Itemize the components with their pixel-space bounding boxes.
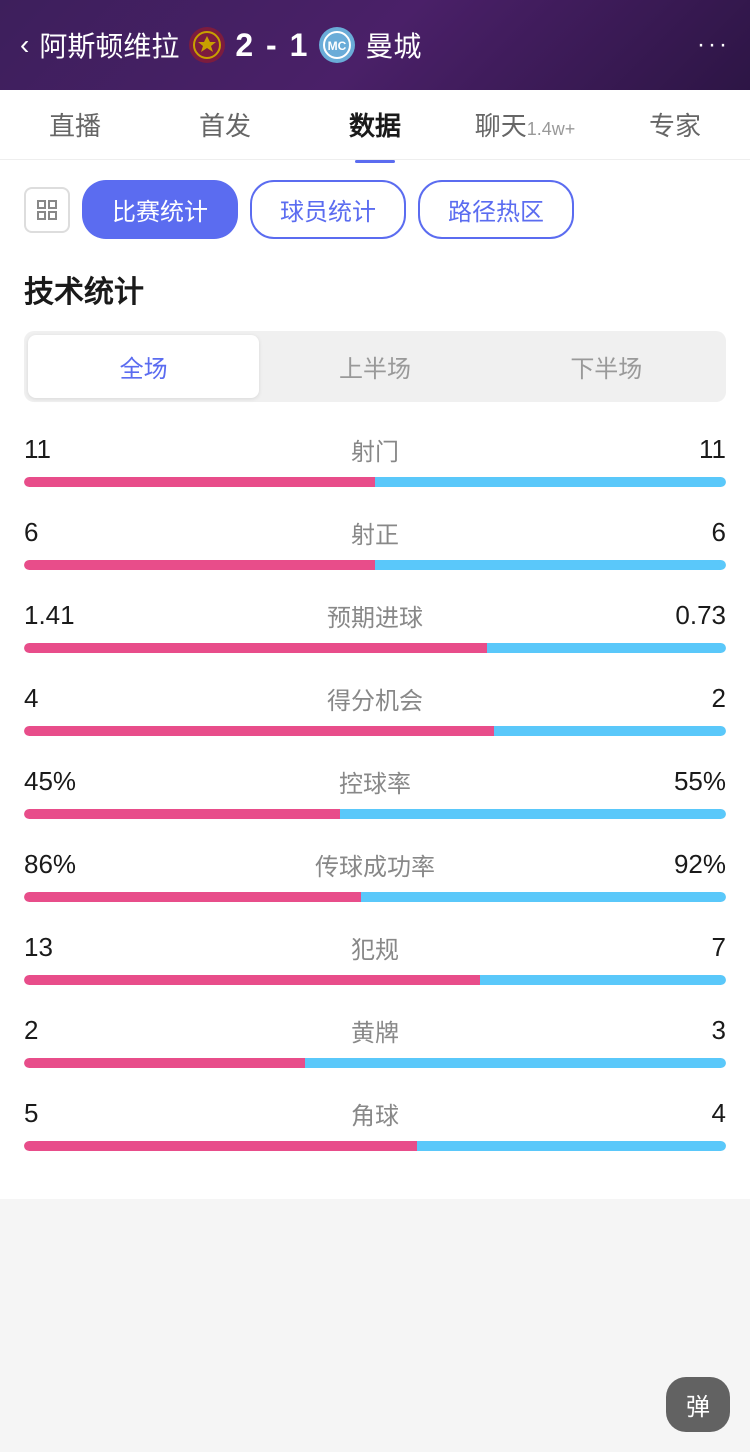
stat-right-value: 55% (646, 766, 726, 797)
stat-right-value: 7 (646, 932, 726, 963)
bar-left (24, 1141, 417, 1151)
bar-left (24, 1058, 305, 1068)
stat-right-value: 92% (646, 849, 726, 880)
stat-left-value: 45% (24, 766, 104, 797)
sub-tab-player[interactable]: 球员统计 (250, 180, 406, 239)
stat-right-value: 3 (646, 1015, 726, 1046)
stat-right-value: 11 (646, 434, 726, 465)
stat-bar (24, 975, 726, 985)
stat-row: 45% 控球率 55% (24, 764, 726, 819)
stat-left-value: 4 (24, 683, 104, 714)
stat-bar (24, 560, 726, 570)
stat-left-value: 11 (24, 434, 104, 465)
period-second[interactable]: 下半场 (491, 335, 722, 398)
stat-row: 13 犯规 7 (24, 930, 726, 985)
bar-right (480, 975, 726, 985)
team-away-name: 曼城 (365, 25, 421, 65)
stat-label: 控球率 (339, 764, 411, 799)
stats-container: 11 射门 11 6 射正 6 1.41 预期进球 0.73 4 得分机会 2 45% 控球率 55% 86%… (24, 432, 726, 1151)
sub-tab-match[interactable]: 比赛统计 (82, 180, 238, 239)
stat-left-value: 2 (24, 1015, 104, 1046)
stat-left-value: 5 (24, 1098, 104, 1129)
home-badge (189, 27, 225, 63)
stat-bar (24, 892, 726, 902)
stat-bar (24, 477, 726, 487)
bar-right (340, 809, 726, 819)
stat-bar (24, 1141, 726, 1151)
tab-data[interactable]: 数据 (300, 86, 450, 163)
period-first[interactable]: 上半场 (259, 335, 490, 398)
bar-right (375, 560, 726, 570)
more-button[interactable]: ··· (697, 31, 730, 59)
stat-bar (24, 726, 726, 736)
stat-left-value: 86% (24, 849, 104, 880)
header: ‹ 阿斯顿维拉 2 - 1 MC 曼城 ··· (0, 0, 750, 90)
bar-left (24, 726, 494, 736)
bar-left (24, 477, 375, 487)
stat-right-value: 4 (646, 1098, 726, 1129)
stat-right-value: 6 (646, 517, 726, 548)
bar-right (494, 726, 726, 736)
svg-text:MC: MC (328, 39, 347, 53)
team-home-name: 阿斯顿维拉 (39, 25, 179, 65)
stat-row: 11 射门 11 (24, 432, 726, 487)
nav-tabs: 直播 首发 数据 聊天1.4w+ 专家 (0, 90, 750, 160)
stat-row: 86% 传球成功率 92% (24, 847, 726, 902)
away-badge: MC (319, 27, 355, 63)
section-title: 技术统计 (24, 267, 726, 311)
stat-left-value: 13 (24, 932, 104, 963)
pop-button[interactable]: 弹 (666, 1377, 730, 1432)
tab-lineup[interactable]: 首发 (150, 86, 300, 163)
back-button[interactable]: ‹ (20, 29, 29, 61)
stat-row: 4 得分机会 2 (24, 681, 726, 736)
bar-right (487, 643, 726, 653)
bar-right (305, 1058, 726, 1068)
stat-row: 6 射正 6 (24, 515, 726, 570)
stats-icon-btn[interactable] (24, 187, 70, 233)
stat-bar (24, 1058, 726, 1068)
sub-tab-heatmap[interactable]: 路径热区 (418, 180, 574, 239)
bar-left (24, 892, 361, 902)
stat-label: 射正 (351, 515, 399, 550)
stat-label: 角球 (351, 1096, 399, 1131)
stat-row: 2 黄牌 3 (24, 1013, 726, 1068)
bar-left (24, 643, 487, 653)
stat-label: 预期进球 (327, 598, 423, 633)
bar-left (24, 975, 480, 985)
stat-left-value: 6 (24, 517, 104, 548)
stat-right-value: 2 (646, 683, 726, 714)
stat-bar (24, 643, 726, 653)
stat-right-value: 0.73 (646, 600, 726, 631)
tab-expert[interactable]: 专家 (600, 86, 750, 163)
period-full[interactable]: 全场 (28, 335, 259, 398)
bar-left (24, 809, 340, 819)
stat-label: 黄牌 (351, 1013, 399, 1048)
stat-bar (24, 809, 726, 819)
stat-label: 得分机会 (327, 681, 423, 716)
stat-left-value: 1.41 (24, 600, 104, 631)
stat-row: 5 角球 4 (24, 1096, 726, 1151)
stat-label: 犯规 (351, 930, 399, 965)
bar-left (24, 560, 375, 570)
match-score: 2 - 1 (235, 27, 309, 64)
period-tabs: 全场 上半场 下半场 (24, 331, 726, 402)
sub-tabs: 比赛统计 球员统计 路径热区 (24, 180, 726, 239)
content-area: 比赛统计 球员统计 路径热区 技术统计 全场 上半场 下半场 11 射门 11 6 射正… (0, 160, 750, 1199)
tab-live[interactable]: 直播 (0, 86, 150, 163)
stat-label: 传球成功率 (315, 847, 435, 882)
bar-right (361, 892, 726, 902)
bar-right (417, 1141, 726, 1151)
match-title: 阿斯顿维拉 2 - 1 MC 曼城 (39, 25, 697, 65)
stat-label: 射门 (351, 432, 399, 467)
tab-chat[interactable]: 聊天1.4w+ (450, 86, 600, 163)
stat-row: 1.41 预期进球 0.73 (24, 598, 726, 653)
bar-right (375, 477, 726, 487)
